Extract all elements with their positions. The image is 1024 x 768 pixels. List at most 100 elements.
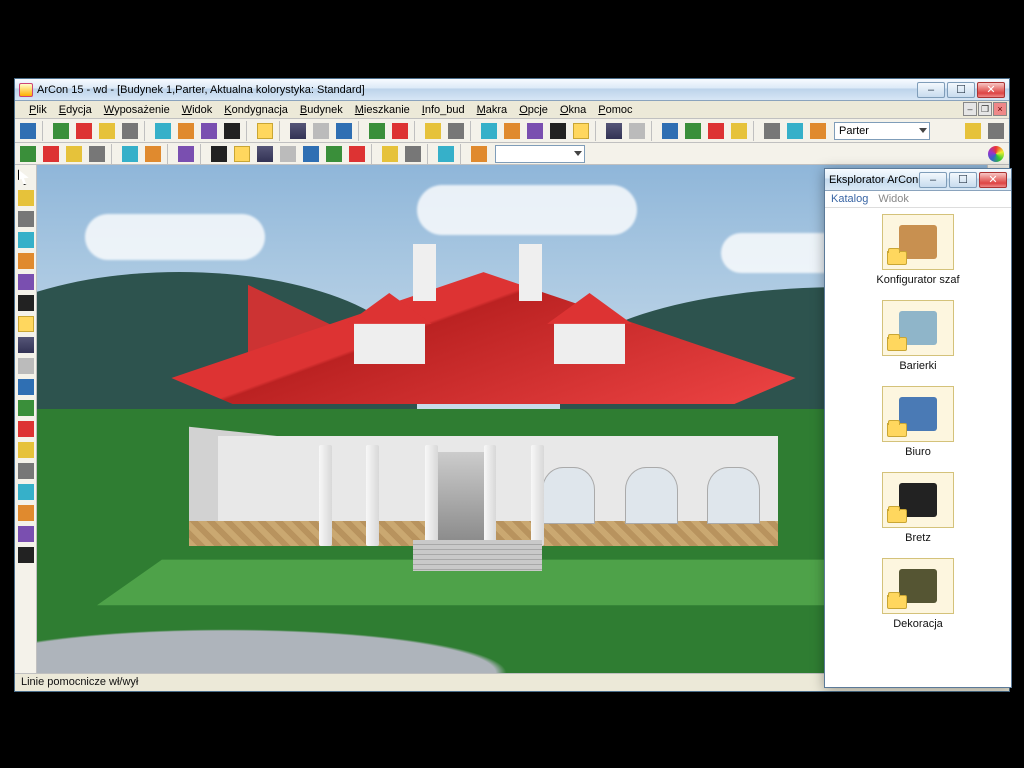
menu-opcje[interactable]: Opcje xyxy=(513,102,554,118)
mdi-minimize-button[interactable]: – xyxy=(963,102,977,116)
explorer-close-button[interactable]: ✕ xyxy=(979,172,1007,188)
select-rect-icon[interactable] xyxy=(16,188,36,208)
zoom-icon[interactable] xyxy=(389,120,411,142)
brush-icon[interactable] xyxy=(16,482,36,502)
spark-icon[interactable] xyxy=(142,143,164,165)
catalog-item[interactable]: Bretz xyxy=(829,472,1007,544)
explorer-menu-widok[interactable]: Widok xyxy=(878,193,909,205)
ruler-icon[interactable] xyxy=(16,356,36,376)
catalog-item[interactable]: Dekoracja xyxy=(829,558,1007,630)
grid-dots-icon[interactable] xyxy=(478,120,500,142)
floor-combo[interactable]: Parter xyxy=(834,122,930,140)
grid-icon[interactable] xyxy=(501,120,523,142)
xyz-icon[interactable] xyxy=(728,120,750,142)
bolt-icon[interactable] xyxy=(119,143,141,165)
split-red-icon[interactable] xyxy=(626,120,648,142)
hatchwin-icon[interactable] xyxy=(682,120,704,142)
undo-icon[interactable] xyxy=(119,120,141,142)
scanner-icon[interactable] xyxy=(16,524,36,544)
play-pause-icon[interactable] xyxy=(300,143,322,165)
menu-makra[interactable]: Makra xyxy=(471,102,514,118)
cross-icon[interactable] xyxy=(761,120,783,142)
sun-icon[interactable] xyxy=(16,419,36,439)
bracket-icon[interactable] xyxy=(16,230,36,250)
dots-icon[interactable] xyxy=(175,143,197,165)
new-window-icon[interactable] xyxy=(63,143,85,165)
play-stop-icon[interactable] xyxy=(254,143,276,165)
menu-edycja[interactable]: Edycja xyxy=(53,102,98,118)
target-icon[interactable] xyxy=(445,120,467,142)
menu-wyposaenie[interactable]: Wyposażenie xyxy=(98,102,176,118)
menu-plik[interactable]: Plik xyxy=(23,102,53,118)
explorer-maximize-button[interactable]: ☐ xyxy=(949,172,977,188)
cube-green-icon[interactable] xyxy=(86,143,108,165)
close-button[interactable]: ✕ xyxy=(977,82,1005,98)
layers-icon[interactable] xyxy=(287,120,309,142)
copy-floor-icon[interactable] xyxy=(310,120,332,142)
tape-icon[interactable] xyxy=(16,209,36,229)
folder-yellow-icon[interactable] xyxy=(40,143,62,165)
record-combo[interactable] xyxy=(495,145,585,163)
menu-pomoc[interactable]: Pomoc xyxy=(592,102,638,118)
mdi-restore-button[interactable]: ❐ xyxy=(978,102,992,116)
play-start-icon[interactable] xyxy=(208,143,230,165)
catalog-item[interactable]: Barierki xyxy=(829,300,1007,372)
palette-icon[interactable] xyxy=(985,143,1007,165)
sofa-icon[interactable] xyxy=(16,314,36,334)
green-window-icon[interactable] xyxy=(603,120,625,142)
explorer-menu-katalog[interactable]: Katalog xyxy=(831,193,868,205)
play-end-icon[interactable] xyxy=(346,143,368,165)
palette-icon[interactable] xyxy=(221,120,243,142)
hatch2-icon[interactable] xyxy=(547,120,569,142)
catalog-item[interactable]: Konfigurator szaf xyxy=(829,214,1007,286)
email-icon[interactable] xyxy=(152,120,174,142)
design-mode-icon[interactable] xyxy=(17,120,39,142)
building-yellow-icon[interactable] xyxy=(17,143,39,165)
minimize-button[interactable]: – xyxy=(917,82,945,98)
sheet-icon[interactable] xyxy=(50,120,72,142)
mirror-v-icon[interactable] xyxy=(16,398,36,418)
play-next-icon[interactable] xyxy=(323,143,345,165)
shelf-icon[interactable] xyxy=(379,143,401,165)
stairs-icon[interactable] xyxy=(16,440,36,460)
text-zoom-icon[interactable] xyxy=(422,120,444,142)
cursor-icon[interactable] xyxy=(16,167,36,187)
menu-mieszkanie[interactable]: Mieszkanie xyxy=(349,102,416,118)
menu-widok[interactable]: Widok xyxy=(176,102,219,118)
menu-okna[interactable]: Okna xyxy=(554,102,592,118)
record-icon[interactable] xyxy=(468,143,490,165)
window-icon[interactable] xyxy=(254,120,276,142)
maximize-button[interactable]: ☐ xyxy=(947,82,975,98)
save-icon[interactable] xyxy=(96,120,118,142)
export-icon[interactable] xyxy=(198,120,220,142)
mdi-close-button[interactable]: × xyxy=(993,102,1007,116)
door-red-icon[interactable] xyxy=(402,143,424,165)
wedge-icon[interactable] xyxy=(784,120,806,142)
pencil-icon[interactable] xyxy=(16,461,36,481)
device-icon[interactable] xyxy=(16,545,36,565)
play-prev-icon[interactable] xyxy=(231,143,253,165)
bed-icon[interactable] xyxy=(16,335,36,355)
split-view-icon[interactable] xyxy=(659,120,681,142)
open-icon[interactable] xyxy=(73,120,95,142)
play-play-icon[interactable] xyxy=(277,143,299,165)
help-icon[interactable] xyxy=(985,120,1007,142)
menu-kondygnacja[interactable]: Kondygnacja xyxy=(218,102,294,118)
hatch-diag-icon[interactable] xyxy=(807,120,829,142)
print-icon[interactable] xyxy=(175,120,197,142)
menu-infobud[interactable]: Info_bud xyxy=(416,102,471,118)
hatch-icon[interactable] xyxy=(524,120,546,142)
text-abc-icon[interactable] xyxy=(705,120,727,142)
move-icon[interactable] xyxy=(435,143,457,165)
chair-icon[interactable] xyxy=(16,293,36,313)
explorer-body[interactable]: Konfigurator szaf Barierki Biuro Bretz Dekor… xyxy=(825,208,1011,687)
catalog-item[interactable]: Biuro xyxy=(829,386,1007,458)
explorer-minimize-button[interactable]: – xyxy=(919,172,947,188)
mirror-h-icon[interactable] xyxy=(16,377,36,397)
x-icon[interactable] xyxy=(16,251,36,271)
dark-icon[interactable] xyxy=(570,120,592,142)
balance-icon[interactable] xyxy=(16,503,36,523)
lamp-icon[interactable] xyxy=(16,272,36,292)
menu-budynek[interactable]: Budynek xyxy=(294,102,349,118)
rotate-right-icon[interactable] xyxy=(366,120,388,142)
